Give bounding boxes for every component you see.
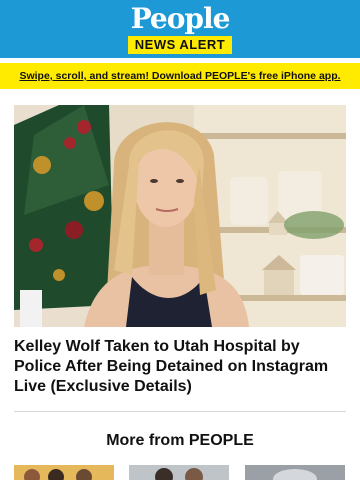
more-from-people-heading: More from PEOPLE	[106, 432, 254, 449]
thumbnail-3[interactable]	[244, 465, 346, 480]
hero-photo	[14, 105, 346, 327]
hero-image[interactable]	[14, 105, 346, 327]
news-alert-badge: NEWS ALERT	[128, 36, 232, 54]
people-logo[interactable]: People	[0, 2, 360, 35]
header-bar: People NEWS ALERT	[0, 0, 360, 58]
thumbnail-2[interactable]	[129, 465, 230, 480]
thumbnail-1-image	[14, 465, 114, 480]
app-promo-link[interactable]: Swipe, scroll, and stream! Download PEOP…	[0, 63, 360, 89]
more-thumbnails	[14, 465, 346, 480]
article-headline[interactable]: Kelley Wolf Taken to Utah Hospital by Po…	[14, 337, 350, 397]
thumbnail-3-image	[244, 465, 345, 480]
thumbnail-1[interactable]	[14, 465, 115, 480]
section-divider	[14, 411, 346, 412]
thumbnail-2-image	[129, 465, 230, 480]
